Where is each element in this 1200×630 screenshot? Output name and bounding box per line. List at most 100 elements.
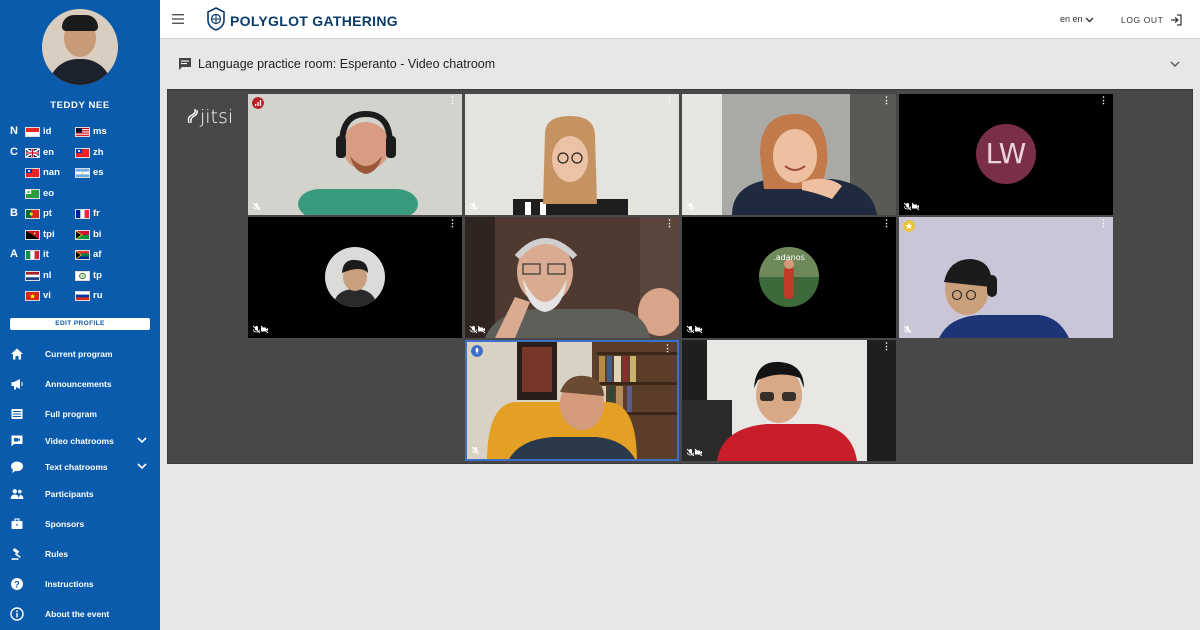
jitsi-logo[interactable]: jitsi	[186, 106, 233, 128]
flag-vanuatu-icon	[75, 230, 90, 240]
sidebar-item-rules[interactable]: Rules	[0, 544, 160, 564]
dominant-speaker-icon	[471, 345, 483, 357]
sidebar-item-video-chatrooms[interactable]: Video chatrooms	[0, 431, 160, 451]
mic-muted-icon	[903, 325, 912, 334]
language-code[interactable]: bi	[93, 229, 101, 240]
flag-papua-new-guinea-icon	[25, 230, 40, 240]
more-options-icon[interactable]: ⋮	[882, 342, 891, 351]
participant-video	[465, 217, 679, 338]
more-options-icon[interactable]: ⋮	[882, 96, 891, 105]
user-avatar[interactable]	[42, 9, 118, 85]
flag-france-icon	[75, 209, 90, 219]
connection-status-icon[interactable]	[252, 97, 264, 109]
language-level-label: B	[10, 207, 18, 219]
participant-tile[interactable]: .adanos ⋮	[682, 217, 896, 338]
gavel-icon	[11, 548, 21, 560]
sidebar-item-instructions[interactable]: ? Instructions	[0, 574, 160, 594]
participant-tile[interactable]: ⋮	[682, 94, 896, 215]
language-code[interactable]: ru	[93, 290, 103, 301]
language-row: Bpt fr	[0, 206, 160, 222]
flag-south-africa-icon	[75, 250, 90, 260]
participant-tile[interactable]: ⋮	[899, 217, 1113, 338]
brand-name[interactable]: POLYGLOT GATHERING	[230, 13, 398, 29]
sidebar-item-participants[interactable]: Participants	[0, 484, 160, 504]
more-options-icon[interactable]: ⋮	[448, 219, 457, 228]
room-title: Language practice room: Esperanto - Vide…	[198, 57, 496, 71]
more-options-icon[interactable]: ⋮	[882, 219, 891, 228]
camera-off-icon	[477, 325, 486, 334]
briefcase-icon	[11, 518, 23, 529]
participant-tile[interactable]: ⋮	[465, 340, 679, 461]
more-options-icon[interactable]: ⋮	[1099, 219, 1108, 228]
language-code[interactable]: nan	[43, 167, 60, 178]
svg-text:?: ?	[14, 579, 20, 589]
edit-profile-button[interactable]: EDIT PROFILE	[10, 318, 150, 330]
user-name: TEDDY NEE	[50, 100, 110, 111]
more-options-icon[interactable]: ⋮	[665, 96, 674, 105]
language-code[interactable]: en	[43, 147, 54, 158]
language-code[interactable]: eo	[43, 188, 54, 199]
language-level-label: A	[10, 248, 18, 260]
language-code[interactable]: id	[43, 126, 51, 137]
sidebar-item-text-chatrooms[interactable]: Text chatrooms	[0, 457, 160, 477]
sidebar-item-about-the-event[interactable]: About the event	[0, 604, 160, 624]
sidebar-item-full-program[interactable]: Full program	[0, 404, 160, 424]
mic-muted-icon	[686, 202, 695, 211]
participant-initials: LW	[976, 124, 1036, 184]
language-code[interactable]: fr	[93, 208, 100, 219]
more-options-icon[interactable]: ⋮	[448, 96, 457, 105]
language-code[interactable]: it	[43, 249, 49, 260]
language-code[interactable]: pt	[43, 208, 52, 219]
flag-netherlands-icon	[25, 271, 40, 281]
participant-avatar: .adanos	[759, 247, 819, 307]
camera-off-icon	[694, 448, 703, 457]
more-options-icon[interactable]: ⋮	[665, 219, 674, 228]
sidebar-item-label: Announcements	[45, 379, 112, 389]
sidebar-item-sponsors[interactable]: Sponsors	[0, 514, 160, 534]
sidebar-item-announcements[interactable]: Announcements	[0, 374, 160, 394]
language-row: eo	[0, 186, 160, 202]
participant-video	[465, 94, 679, 215]
language-row: nl tp	[0, 268, 160, 284]
expand-chevron-icon[interactable]	[1168, 57, 1182, 71]
language-code[interactable]: es	[93, 167, 104, 178]
language-row: Nid ms	[0, 124, 160, 140]
top-bar: POLYGLOT GATHERING en en LOG OUT	[160, 0, 1200, 39]
more-options-icon[interactable]: ⋮	[663, 344, 672, 353]
sidebar-item-current-program[interactable]: Current program	[0, 344, 160, 364]
chevron-down-icon	[137, 463, 147, 470]
help-icon: ?	[11, 578, 23, 590]
participant-tile[interactable]: ⋮	[682, 340, 896, 461]
participant-tile[interactable]: ⋮	[465, 94, 679, 215]
language-code[interactable]: tpi	[43, 229, 55, 240]
language-level-label: C	[10, 146, 18, 158]
flag-russia-icon	[75, 291, 90, 301]
language-code[interactable]: ms	[93, 126, 107, 137]
language-code[interactable]: nl	[43, 270, 51, 281]
people-icon	[10, 489, 24, 499]
mic-muted-icon	[252, 202, 261, 211]
polyglot-logo-icon[interactable]	[206, 7, 226, 31]
participant-tile[interactable]: ⋮	[465, 217, 679, 338]
participant-tile[interactable]: ⋮	[248, 217, 462, 338]
camera-off-icon	[260, 325, 269, 334]
more-options-icon[interactable]: ⋮	[1099, 96, 1108, 105]
list-icon	[11, 409, 23, 419]
sidebar-item-label: Instructions	[45, 579, 94, 589]
logout-label: LOG OUT	[1121, 15, 1164, 25]
hamburger-menu-icon[interactable]	[172, 13, 184, 25]
participant-tile[interactable]: LW ⋮	[899, 94, 1113, 215]
participant-tile[interactable]: ⋮	[248, 94, 462, 215]
language-code[interactable]: tp	[93, 270, 102, 281]
moderator-badge-icon	[903, 220, 915, 232]
flag-indonesia-icon	[25, 127, 40, 137]
sidebar-item-label: Full program	[45, 409, 97, 419]
language-code[interactable]: zh	[93, 147, 104, 158]
language-code[interactable]: vi	[43, 290, 51, 301]
sidebar-item-label: Text chatrooms	[45, 462, 108, 472]
language-code[interactable]: af	[93, 249, 101, 260]
flag-argentina-icon	[75, 168, 90, 178]
logout-button[interactable]: LOG OUT	[1121, 14, 1182, 26]
language-select[interactable]: en en	[1060, 14, 1094, 24]
room-header[interactable]: Language practice room: Esperanto - Vide…	[160, 40, 1200, 88]
